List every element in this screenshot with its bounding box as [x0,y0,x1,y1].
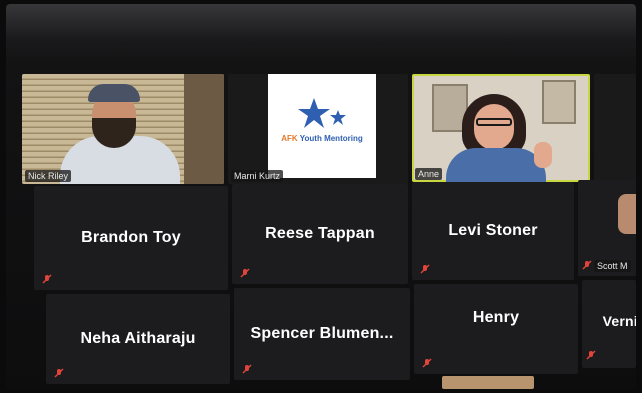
video-tile-marni-kurtz[interactable]: AFK Youth Mentoring Marni Kurtz [228,74,408,184]
participant-name: Henry [472,309,520,327]
screen-glare [6,4,636,64]
participant-name: Levi Stoner [448,222,538,239]
video-tile-partial-bottom[interactable] [442,376,534,389]
participant-tile-vernil[interactable]: Vernil [582,280,636,368]
video-tile-nick-riley[interactable]: Nick Riley [22,74,224,184]
microphone-muted-icon [582,260,592,270]
microphone-muted-icon [240,268,250,278]
video-feed [22,74,224,184]
participant-tile-reese-tappan[interactable]: Reese Tappan [232,184,408,284]
participant-name: Brandon Toy [81,229,181,246]
video-feed [618,194,636,234]
logo-text: AFK Youth Mentoring [268,134,376,143]
participant-tile-henry[interactable]: Henry [414,284,578,374]
star-logo-icon [298,98,346,128]
participant-tile-levi-stoner[interactable]: Levi Stoner [412,182,574,280]
participant-name: Reese Tappan [265,225,375,242]
microphone-muted-icon [420,264,430,274]
participant-name: Spencer Blumen... [250,325,394,342]
video-tile-partial[interactable] [594,74,636,182]
logo-mentoring-text: Youth Mentoring [297,134,363,143]
participant-name-label: Scott M [594,260,631,272]
zoom-gallery-view: Nick Riley AFK Youth Mentoring Marni Kur… [6,4,636,389]
microphone-muted-icon [586,350,596,360]
participant-tile-spencer-blumen[interactable]: Spencer Blumen... [234,288,410,380]
microphone-muted-icon [422,358,432,368]
microphone-muted-icon [54,368,64,378]
participant-name-label: Marni Kurtz [231,170,284,182]
video-tile-scott-m[interactable]: Scott M [578,180,636,276]
logo-afk-text: AFK [281,134,298,143]
participant-name: Neha Aitharaju [80,330,196,347]
microphone-muted-icon [242,364,252,374]
participant-tile-brandon-toy[interactable]: Brandon Toy [34,186,228,290]
afk-youth-mentoring-logo: AFK Youth Mentoring [268,74,376,178]
participant-name: Vernil [602,312,636,329]
video-tile-anne-active-speaker[interactable]: Anne [412,74,590,182]
participant-name-label: Anne [415,168,443,180]
microphone-muted-icon [42,274,52,284]
participant-name-label: Nick Riley [25,170,72,182]
video-feed [412,74,590,182]
participant-tile-neha-aitharaju[interactable]: Neha Aitharaju [46,294,230,384]
